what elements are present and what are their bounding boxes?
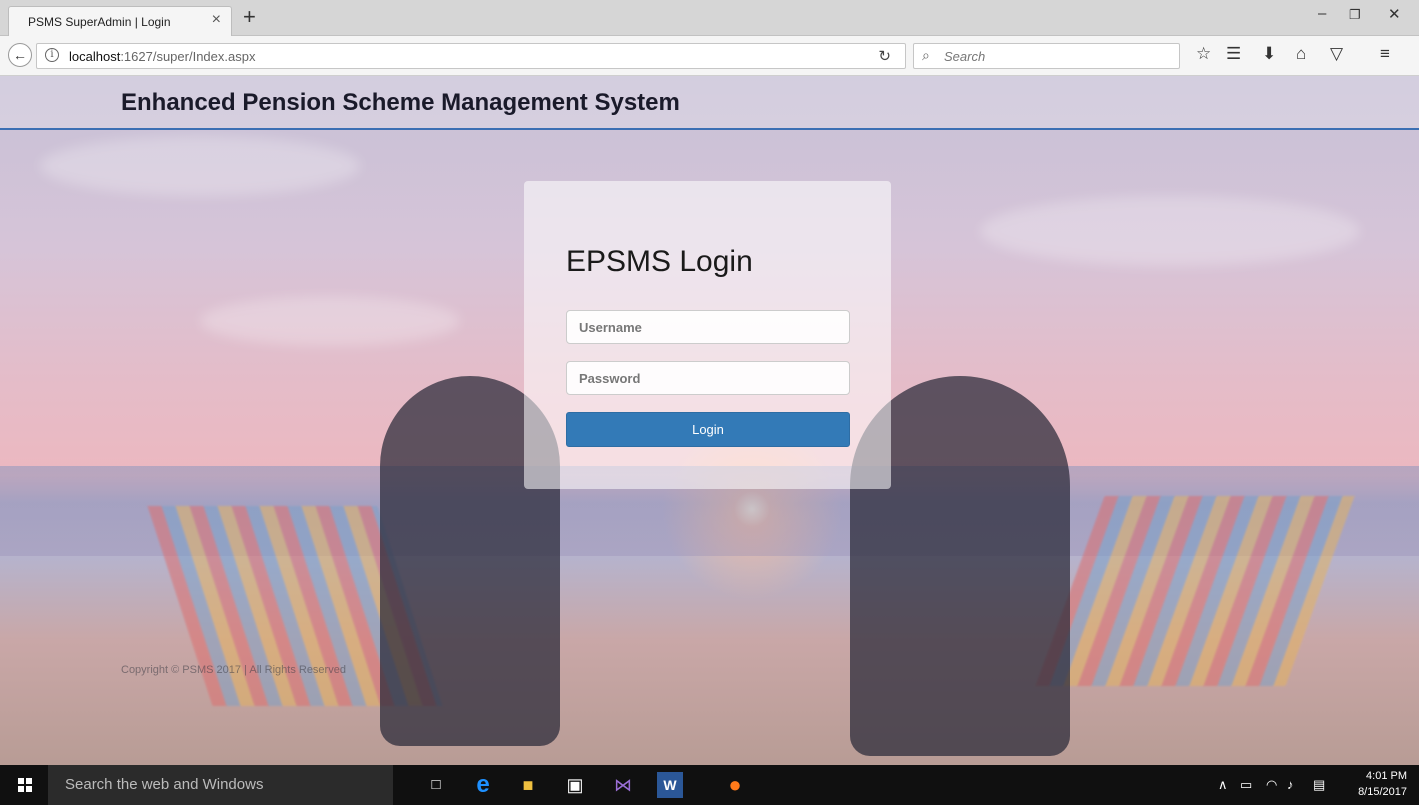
bookmark-star-icon[interactable]: ☆ [1196, 44, 1211, 64]
background-cloud [980, 196, 1360, 266]
download-icon[interactable]: ⬇ [1262, 44, 1276, 64]
login-button[interactable]: Login [566, 412, 850, 447]
password-input[interactable] [566, 361, 850, 395]
windows-logo-icon [18, 778, 32, 792]
start-button[interactable] [0, 765, 48, 805]
clock-time: 4:01 PM [1366, 770, 1407, 782]
magnifier-icon: ⌕ [922, 47, 930, 63]
visual-studio-icon[interactable]: ⋈ [610, 772, 636, 798]
background-cloud [40, 136, 360, 196]
firefox-icon[interactable]: ● [722, 772, 748, 798]
page-content: Enhanced Pension Scheme Management Syste… [0, 76, 1419, 765]
copyright-text: Copyright © PSMS 2017 | All Rights Reser… [121, 664, 346, 676]
login-card: EPSMS Login Login [524, 181, 891, 489]
login-title: EPSMS Login [566, 245, 753, 278]
taskbar-search-text: Search the web and Windows [65, 776, 264, 793]
menu-icon[interactable]: ≡ [1380, 44, 1390, 64]
background-cloud [200, 296, 460, 346]
notifications-icon[interactable]: ▤ [1313, 777, 1325, 793]
edge-browser-icon[interactable]: e [470, 772, 496, 798]
pocket-icon[interactable]: ▽ [1330, 44, 1343, 64]
browser-tab[interactable]: PSMS SuperAdmin | Login × [8, 6, 232, 37]
info-icon[interactable]: i [45, 48, 59, 62]
url-path: :1627/super/Index.aspx [120, 49, 256, 64]
clock-date: 8/15/2017 [1358, 786, 1407, 798]
restore-icon[interactable]: ❐ [1349, 7, 1361, 23]
navigation-bar: ← i localhost:1627/super/Index.aspx ↻ ⌕ … [0, 36, 1419, 76]
file-explorer-icon[interactable]: ■ [515, 772, 541, 798]
window-close-icon[interactable]: ✕ [1388, 5, 1401, 23]
minimize-icon[interactable]: – [1318, 5, 1326, 22]
store-icon[interactable]: ▣ [562, 772, 588, 798]
tray-expand-icon[interactable]: ∧ [1218, 777, 1228, 793]
site-title: Enhanced Pension Scheme Management Syste… [121, 89, 680, 116]
url-bar[interactable]: i localhost:1627/super/Index.aspx ↻ [36, 43, 906, 69]
volume-icon[interactable]: ♪ [1287, 777, 1294, 792]
url-host: localhost [69, 49, 121, 64]
word-icon[interactable]: W [657, 772, 683, 798]
tab-bar: PSMS SuperAdmin | Login × + – ❐ ✕ [0, 0, 1419, 37]
taskbar: Search the web and Windows □ e ■ ▣ ⋈ W ●… [0, 765, 1419, 805]
taskbar-search-box[interactable]: Search the web and Windows [48, 765, 393, 805]
browser-search-input[interactable]: ⌕ Search [913, 43, 1180, 69]
back-arrow-icon[interactable]: ← [8, 43, 32, 67]
username-input[interactable] [566, 310, 850, 344]
search-placeholder: Search [944, 49, 986, 64]
close-tab-icon[interactable]: × [212, 11, 221, 29]
wifi-icon[interactable]: ◠ [1266, 777, 1277, 793]
new-tab-icon[interactable]: + [243, 4, 256, 30]
task-view-icon[interactable]: □ [423, 772, 449, 798]
battery-icon[interactable]: ▭ [1240, 777, 1252, 793]
home-icon[interactable]: ⌂ [1296, 44, 1306, 64]
reading-list-icon[interactable]: ☰ [1226, 44, 1241, 64]
system-clock[interactable]: 4:01 PM 8/15/2017 [1358, 768, 1407, 800]
site-header: Enhanced Pension Scheme Management Syste… [0, 76, 1419, 130]
tab-title: PSMS SuperAdmin | Login [28, 15, 171, 29]
reload-icon[interactable]: ↻ [878, 47, 891, 65]
url-text: localhost:1627/super/Index.aspx [69, 49, 255, 64]
